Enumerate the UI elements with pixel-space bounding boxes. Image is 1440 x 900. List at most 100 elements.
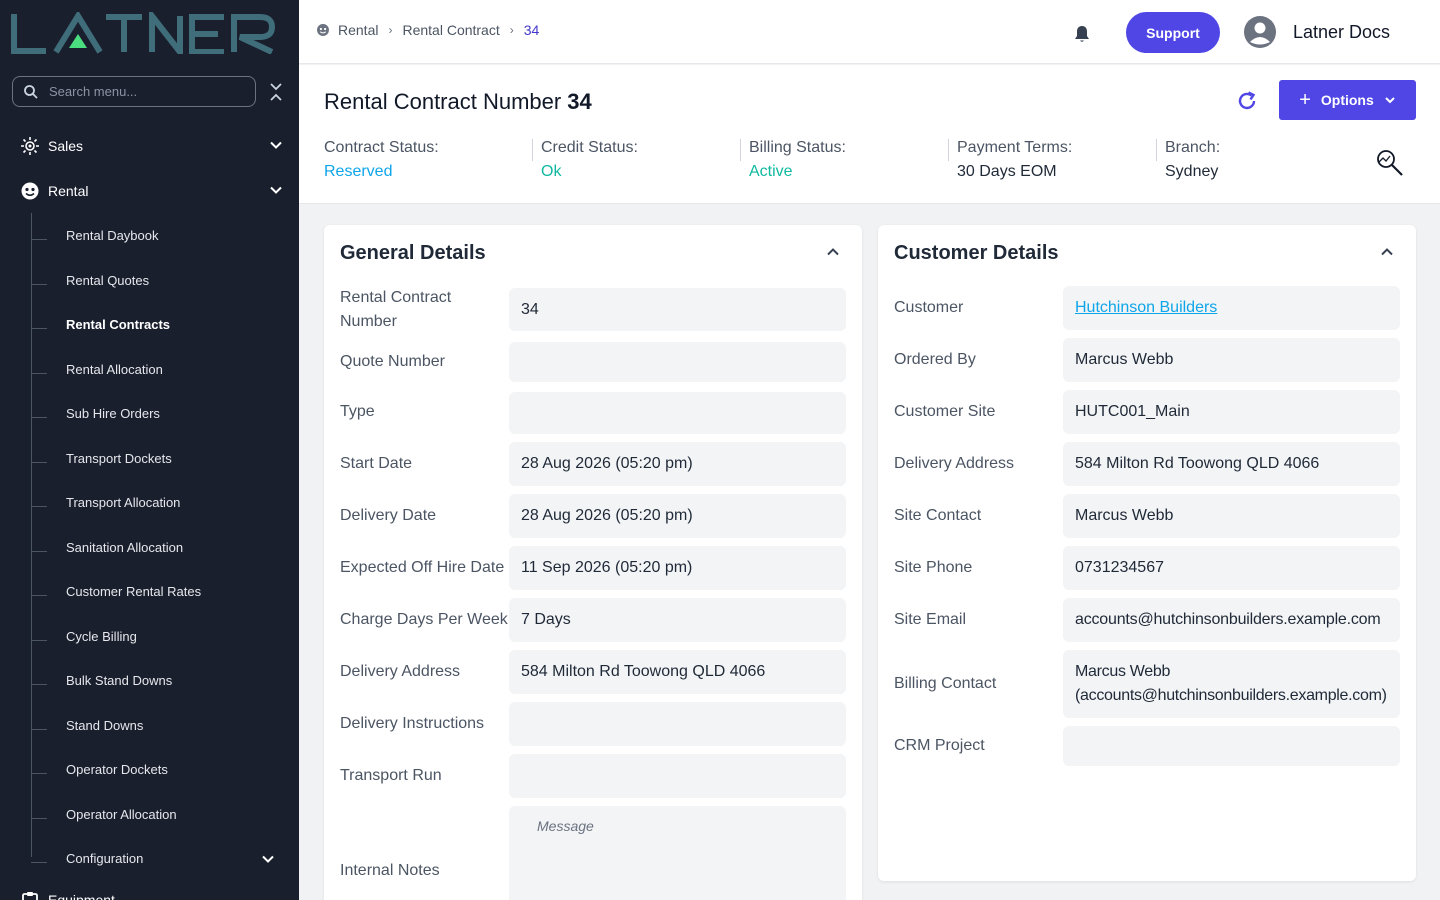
field-label: Quote Number <box>340 353 445 370</box>
field-label: Delivery Date <box>340 507 437 524</box>
support-button[interactable]: Support <box>1126 12 1220 53</box>
sidebar-item-sales[interactable]: Sales <box>0 126 299 166</box>
divider <box>948 139 949 161</box>
options-button[interactable]: + Options <box>1279 80 1416 120</box>
sidebar-item-operator-dockets[interactable]: Operator Dockets <box>0 749 299 789</box>
menu-search-input[interactable] <box>49 84 239 99</box>
breadcrumb-rental-contract[interactable]: Rental Contract <box>402 22 499 38</box>
field-label: Site Contact <box>894 507 982 524</box>
collapse-sidebar-icon[interactable] <box>268 82 284 102</box>
search-icon <box>24 84 38 99</box>
general-details-card: General Details Rental Contract Number 3… <box>324 225 862 900</box>
rental-contract-number-field[interactable]: 34 <box>509 288 846 331</box>
billing-contact-field[interactable]: Marcus Webb (accounts@hutchinsonbuilders… <box>1063 650 1400 718</box>
charge-days-per-week-field[interactable]: 7 Days <box>509 598 846 642</box>
chevron-up-icon[interactable] <box>826 245 840 259</box>
delivery-date-field[interactable]: 28 Aug 2026 (05:20 pm) <box>509 494 846 538</box>
contract-number: 34 <box>567 89 592 114</box>
customer-site-field[interactable]: HUTC001_Main <box>1063 390 1400 434</box>
sidebar-item-label: Sanitation Allocation <box>66 539 184 555</box>
sidebar-item-label: Transport Dockets <box>66 450 172 466</box>
type-field[interactable] <box>509 392 846 434</box>
sidebar-item-operator-allocation[interactable]: Operator Allocation <box>0 794 299 834</box>
card-title: General Details <box>340 242 486 264</box>
internal-notes-textarea[interactable]: Message <box>509 806 846 900</box>
divider <box>532 139 533 161</box>
sidebar-item-label: Cycle Billing <box>66 628 137 644</box>
chevron-down-icon <box>262 855 274 863</box>
chevron-down-icon <box>1385 97 1395 104</box>
field-label: Site Phone <box>894 559 973 576</box>
sidebar-item-bulk-stand-downs[interactable]: Bulk Stand Downs <box>0 660 299 700</box>
field-label: Transport Run <box>340 767 442 784</box>
status-value: Active <box>749 163 793 180</box>
sidebar-item-transport-dockets[interactable]: Transport Dockets <box>0 438 299 478</box>
field-label: CRM Project <box>894 737 985 754</box>
chevron-up-icon[interactable] <box>1380 245 1394 259</box>
sidebar-item-stand-downs[interactable]: Stand Downs <box>0 705 299 745</box>
transport-run-field[interactable] <box>509 754 846 798</box>
billing-contact-email: (accounts@hutchinsonbuilders.example.com… <box>1075 687 1387 704</box>
ordered-by-field[interactable]: Marcus Webb <box>1063 338 1400 382</box>
sidebar-item-label: Rental Contracts <box>66 316 171 332</box>
sidebar: Sales Rental Rental Daybook Rental Quote… <box>0 0 299 900</box>
user-name[interactable]: Latner Docs <box>1293 22 1390 43</box>
field-label: Delivery Address <box>340 663 461 680</box>
sidebar-item-cycle-billing[interactable]: Cycle Billing <box>0 616 299 656</box>
sidebar-item-rental-daybook[interactable]: Rental Daybook <box>0 215 299 255</box>
branch: Branch: Sydney <box>1165 139 1220 187</box>
contract-header: Rental Contract Number 34 + Options Contr… <box>299 65 1440 204</box>
latner-logo[interactable] <box>10 12 280 54</box>
menu-search <box>12 76 256 107</box>
delivery-address-field[interactable]: 584 Milton Rd Toowong QLD 4066 <box>1063 442 1400 486</box>
crm-project-field[interactable] <box>1063 726 1400 766</box>
sidebar-item-label: Configuration <box>66 850 144 866</box>
sidebar-item-customer-rental-rates[interactable]: Customer Rental Rates <box>0 571 299 611</box>
sidebar-item-transport-allocation[interactable]: Transport Allocation <box>0 482 299 522</box>
bell-icon[interactable] <box>1072 24 1092 44</box>
site-contact-field[interactable]: Marcus Webb <box>1063 494 1400 538</box>
field-label: Customer Site <box>894 403 996 420</box>
field-label: Site Email <box>894 611 967 628</box>
contract-status: Contract Status: Reserved <box>324 139 439 187</box>
delivery-instructions-field[interactable] <box>509 702 846 746</box>
field-label: Type <box>340 403 375 420</box>
start-date-field[interactable]: 28 Aug 2026 (05:20 pm) <box>509 442 846 486</box>
chevron-down-icon <box>270 141 282 149</box>
sidebar-item-rental-quotes[interactable]: Rental Quotes <box>0 260 299 300</box>
field-label: Customer <box>894 299 964 316</box>
zoom-icon[interactable] <box>1375 148 1405 178</box>
clipboard-icon <box>22 892 38 900</box>
status-label: Billing Status: <box>749 139 846 156</box>
sidebar-item-label: Stand Downs <box>66 717 144 733</box>
refresh-icon[interactable] <box>1236 90 1258 112</box>
sidebar-item-label: Equipment <box>48 892 115 900</box>
breadcrumb-rental[interactable]: Rental <box>338 22 378 38</box>
sidebar-item-rental[interactable]: Rental <box>0 171 299 211</box>
avatar[interactable] <box>1244 16 1276 48</box>
quote-number-field[interactable] <box>509 342 846 382</box>
customer-link[interactable]: Hutchinson Builders <box>1075 296 1217 320</box>
sidebar-item-sub-hire-orders[interactable]: Sub Hire Orders <box>0 393 299 433</box>
sidebar-item-rental-contracts[interactable]: Rental Contracts <box>0 304 299 344</box>
field-label: Delivery Address <box>894 455 1015 472</box>
sidebar-item-rental-allocation[interactable]: Rental Allocation <box>0 349 299 389</box>
expected-off-hire-date-field[interactable]: 11 Sep 2026 (05:20 pm) <box>509 546 846 590</box>
billing-contact-name: Marcus Webb <box>1075 663 1171 680</box>
status-value: 30 Days EOM <box>957 163 1057 180</box>
sidebar-item-configuration[interactable]: Configuration <box>0 838 299 878</box>
delivery-address-field[interactable]: 584 Milton Rd Toowong QLD 4066 <box>509 650 846 694</box>
sidebar-item-label: Operator Allocation <box>66 806 177 822</box>
field-label: Rental Contract Number <box>340 289 452 330</box>
sidebar-item-sanitation-allocation[interactable]: Sanitation Allocation <box>0 527 299 567</box>
field-label: Billing Contact <box>894 675 997 692</box>
customer-field: Hutchinson Builders <box>1063 286 1400 330</box>
sidebar-item-equipment[interactable]: Equipment <box>0 880 299 900</box>
site-phone-field[interactable]: 0731234567 <box>1063 546 1400 590</box>
sun-cog-icon <box>21 137 39 155</box>
chevron-right-icon: › <box>388 23 393 37</box>
breadcrumb: Rental › Rental Contract › 34 <box>316 22 539 38</box>
status-label: Credit Status: <box>541 139 638 156</box>
site-email-field[interactable]: accounts@hutchinsonbuilders.example.com <box>1063 598 1400 642</box>
page-title-text: Rental Contract Number <box>324 89 562 114</box>
